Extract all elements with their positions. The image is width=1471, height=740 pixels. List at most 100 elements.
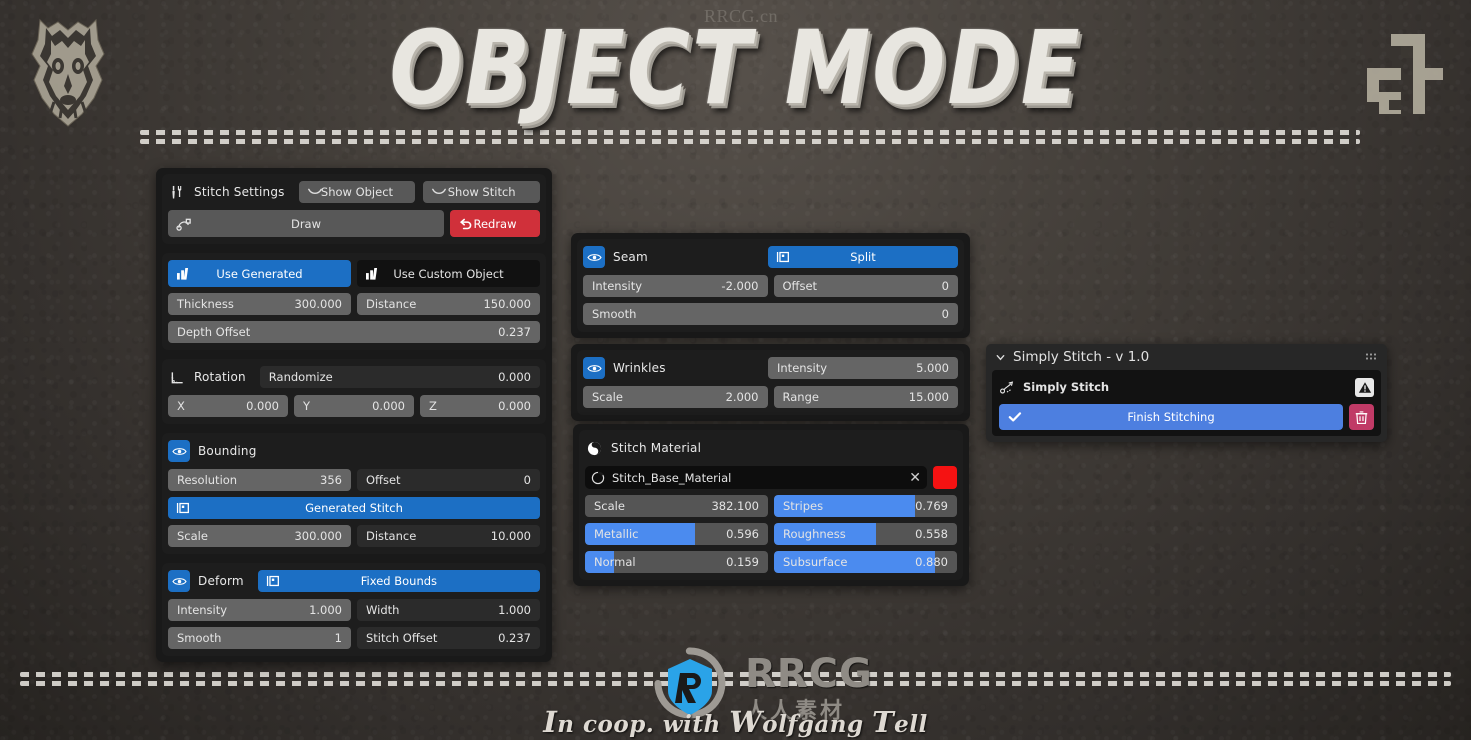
rotation-x-value: 0.000 [246, 399, 279, 413]
chevron-down-icon[interactable] [995, 352, 1006, 363]
coop-wolfgang: olfgang [762, 711, 873, 738]
check-icon [1008, 411, 1022, 423]
randomize-label: Randomize [268, 370, 333, 384]
wrinkles-scale-field[interactable]: Scale 2.000 [583, 386, 768, 408]
bounding-offset-field[interactable]: Offset 0 [357, 469, 540, 491]
resolution-field[interactable]: Resolution 356 [168, 469, 351, 491]
thickness-value: 300.000 [294, 297, 342, 311]
deform-intensity-label: Intensity [177, 603, 228, 617]
rotation-x-label: X [177, 399, 185, 413]
seam-offset-value: 0 [941, 279, 949, 293]
thickness-field[interactable]: Thickness 300.000 [168, 293, 351, 315]
finish-stitching-button[interactable]: Finish Stitching [999, 404, 1343, 430]
panel-simply-stitch: Simply Stitch - v 1.0 Simply Stitch Fini… [986, 344, 1387, 442]
use-custom-object-button[interactable]: Use Custom Object [357, 260, 540, 287]
distance-field[interactable]: Distance 150.000 [357, 293, 540, 315]
seam-eye-toggle[interactable] [583, 246, 605, 268]
show-object-button[interactable]: Show Object [298, 181, 416, 203]
wrinkles-range-field[interactable]: Range 15.000 [773, 386, 958, 408]
material-subsurface-label: Subsurface [783, 555, 848, 569]
depth-offset-value: 0.237 [498, 325, 531, 339]
depth-offset-label: Depth Offset [177, 325, 251, 339]
material-roughness-label: Roughness [783, 527, 846, 541]
object-bounds-icon [266, 575, 281, 588]
bounding-scale-field[interactable]: Scale 300.000 [168, 525, 351, 547]
panel-stitch-settings: Stitch Settings Show Object Show Stitch [156, 168, 552, 662]
wrinkles-header: Wrinkles Intensity 5.000 [583, 357, 958, 379]
material-metallic-value: 0.596 [726, 527, 759, 541]
show-stitch-label: Show Stitch [447, 185, 516, 199]
use-generated-button[interactable]: Use Generated [168, 260, 351, 287]
rotation-y-field[interactable]: Y 0.000 [294, 395, 414, 417]
seam-offset-field[interactable]: Offset 0 [773, 275, 958, 297]
wrinkles-intensity-label: Intensity [777, 361, 828, 375]
randomize-field[interactable]: Randomize 0.000 [259, 366, 540, 388]
stitch-material-title: Stitch Material [611, 441, 702, 455]
close-icon[interactable]: ✕ [909, 471, 921, 485]
rotation-z-field[interactable]: Z 0.000 [420, 395, 540, 417]
material-normal-slider[interactable]: Normal 0.159 [585, 551, 768, 573]
material-subsurface-slider[interactable]: Subsurface 0.880 [774, 551, 957, 573]
rotation-z-value: 0.000 [498, 399, 531, 413]
material-browse-icon[interactable] [591, 470, 605, 485]
thickness-label: Thickness [177, 297, 234, 311]
wrinkles-intensity-field[interactable]: Intensity 5.000 [768, 357, 958, 379]
simply-stitch-icon [999, 380, 1015, 395]
generated-stitch-button[interactable]: Generated Stitch [168, 497, 540, 519]
seam-intensity-field[interactable]: Intensity -2.000 [583, 275, 768, 297]
material-scale-value: 382.100 [711, 499, 759, 513]
wrinkles-title: Wrinkles [613, 361, 666, 375]
deform-intensity-field[interactable]: Intensity 1.000 [168, 599, 351, 621]
redraw-button[interactable]: Redraw [450, 210, 540, 237]
show-stitch-button[interactable]: Show Stitch [423, 181, 541, 203]
distance-value: 150.000 [483, 297, 531, 311]
deform-smooth-label: Smooth [177, 631, 222, 645]
depth-offset-field[interactable]: Depth Offset 0.237 [168, 321, 540, 343]
bounding-scale-value: 300.000 [294, 529, 342, 543]
material-stripes-slider[interactable]: Stripes 0.769 [774, 495, 957, 517]
header-banner: RRCG.cn OBJECT MODE [0, 0, 1471, 150]
seam-title: Seam [613, 250, 648, 264]
redraw-label: Redraw [473, 216, 517, 231]
bounding-distance-value: 10.000 [490, 529, 531, 543]
deform-smooth-field[interactable]: Smooth 1 [168, 627, 351, 649]
deform-intensity-value: 1.000 [309, 603, 342, 617]
deform-eye-toggle[interactable] [168, 570, 190, 592]
draw-button[interactable]: Draw [168, 210, 444, 237]
warning-triangle-icon[interactable] [1355, 377, 1374, 397]
coop-credit: In coop. with Wolfgang Tell [0, 705, 1471, 739]
bounding-distance-field[interactable]: Distance 10.000 [357, 525, 540, 547]
split-button[interactable]: Split [768, 246, 958, 268]
use-generated-label: Use Generated [216, 266, 303, 281]
rotation-x-field[interactable]: X 0.000 [168, 395, 288, 417]
bounding-scale-label: Scale [177, 529, 208, 543]
draw-curve-icon [176, 216, 193, 231]
material-color-swatch[interactable] [933, 466, 957, 489]
bounding-title: Bounding [198, 444, 257, 458]
bounding-eye-toggle[interactable] [168, 440, 190, 462]
material-roughness-slider[interactable]: Roughness 0.558 [774, 523, 957, 545]
material-scale-slider[interactable]: Scale 382.100 [585, 495, 768, 517]
deform-width-field[interactable]: Width 1.000 [357, 599, 540, 621]
simply-stitch-body: Simply Stitch Finish Stitching [992, 370, 1381, 436]
object-bounds-icon [176, 502, 191, 515]
bounding-distance-label: Distance [366, 529, 417, 543]
wrinkles-eye-toggle[interactable] [583, 357, 605, 379]
coop-w: W [729, 705, 763, 739]
randomize-value: 0.000 [498, 370, 531, 384]
rotation-header: Rotation Randomize 0.000 [168, 366, 540, 388]
stitch-offset-field[interactable]: Stitch Offset 0.237 [357, 627, 540, 649]
block-seam: Seam Split Intensity -2.000 Offset 0 Smo… [577, 239, 964, 332]
seam-offset-label: Offset [782, 279, 818, 293]
seam-smooth-field[interactable]: Smooth 0 [583, 303, 958, 325]
distance-label: Distance [366, 297, 417, 311]
simply-stitch-header[interactable]: Simply Stitch - v 1.0 [986, 344, 1387, 370]
tools-icon [168, 185, 186, 200]
stitch-material-header: Stitch Material [585, 437, 957, 459]
drag-grip-icon[interactable] [1365, 352, 1378, 362]
draw-label: Draw [290, 216, 322, 231]
material-metallic-slider[interactable]: Metallic 0.596 [585, 523, 768, 545]
fixed-bounds-button[interactable]: Fixed Bounds [257, 570, 540, 592]
trash-icon[interactable] [1349, 404, 1374, 430]
material-name-field[interactable]: Stitch_Base_Material ✕ [585, 466, 927, 489]
